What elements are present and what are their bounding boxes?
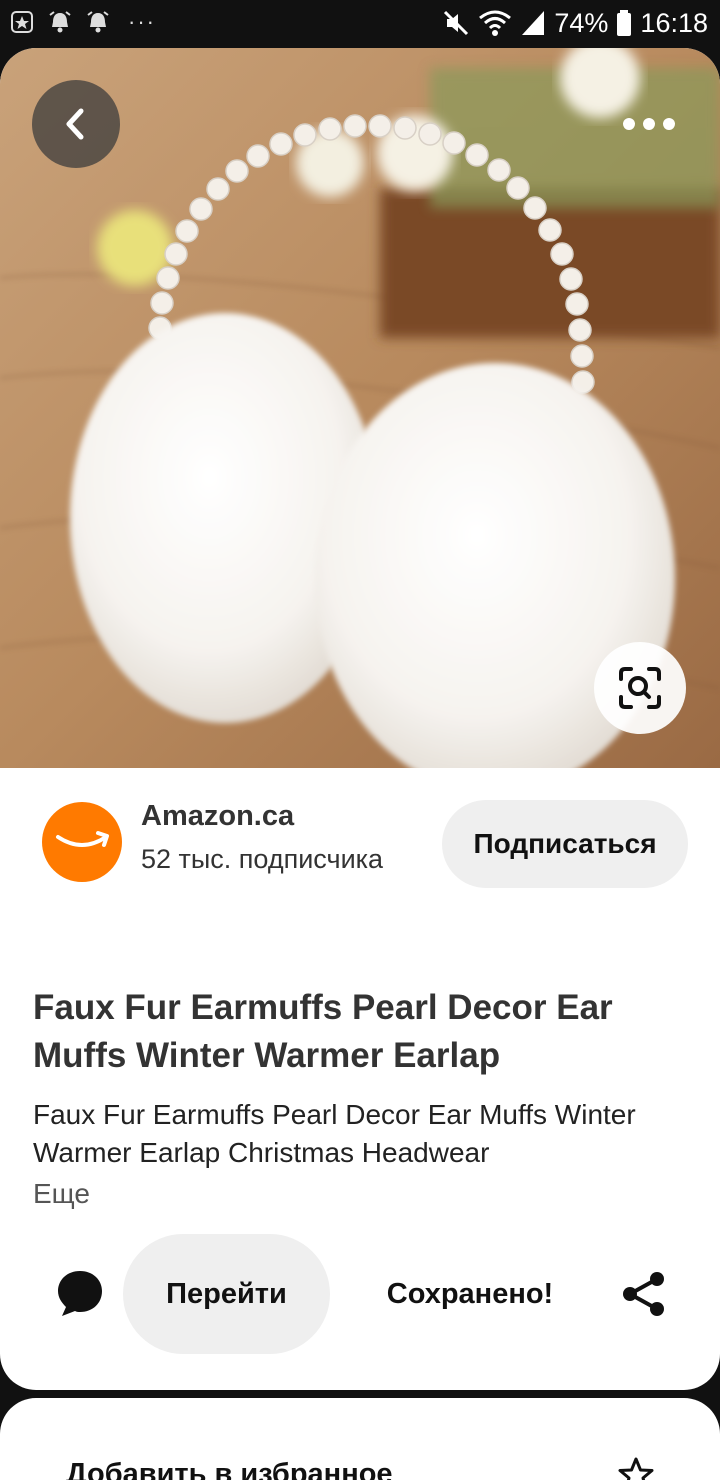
more-dots-icon [623,118,635,130]
status-bar: ··· 74% 16:18 [0,0,720,48]
visual-search-button[interactable] [594,642,686,734]
avatar[interactable] [42,802,122,882]
amazon-smile-icon [56,831,109,847]
bottom-sheet: Добавить в избранное [0,1398,720,1480]
show-more-link[interactable]: Еще [33,1178,90,1210]
action-bar: Перейти Сохранено! [0,1234,720,1354]
alarm-icon-2 [84,8,112,36]
share-icon [623,1272,664,1316]
subscribe-button[interactable]: Подписаться [442,800,688,888]
pin-image[interactable] [0,48,720,768]
creator-section: Amazon.ca 52 тыс. подписчика Подписаться [0,768,720,948]
back-button[interactable] [32,80,120,168]
visit-button[interactable]: Перейти [123,1234,330,1354]
comment-button[interactable] [56,1268,104,1318]
more-dot [663,118,675,130]
clock: 16:18 [640,8,708,38]
wifi-icon [479,10,512,36]
follower-count: 52 тыс. подписчика [141,844,384,874]
creator-name[interactable]: Amazon.ca [141,800,294,833]
pin-description: Faux Fur Earmuffs Pearl Decor Ear Muffs … [33,1099,636,1168]
saved-button[interactable]: Сохранено! [370,1234,570,1354]
more-notifications-icon: ··· [128,9,156,34]
signal-icon [522,11,545,35]
pin-title: Faux Fur Earmuffs Pearl Decor Ear Muffs … [33,988,613,1075]
star-icon[interactable] [617,1456,655,1480]
mute-icon [444,10,469,36]
battery-percent: 74% [554,8,609,38]
share-button[interactable] [620,1270,668,1318]
add-to-favorites-label[interactable]: Добавить в избранное [66,1458,393,1480]
visual-search-icon [619,667,661,709]
comment-bubble-icon [58,1271,102,1316]
pin-card: Amazon.ca 52 тыс. подписчика Подписаться… [0,48,720,1390]
more-options-button[interactable] [604,94,694,154]
alarm-icon [46,8,74,36]
system-status: 74% 16:18 [442,6,708,40]
chevron-left-icon [66,108,84,140]
notification-icons: ··· [8,8,156,36]
more-dot [643,118,655,130]
pinterest-notification-icon [8,8,36,36]
battery-icon [617,10,632,36]
